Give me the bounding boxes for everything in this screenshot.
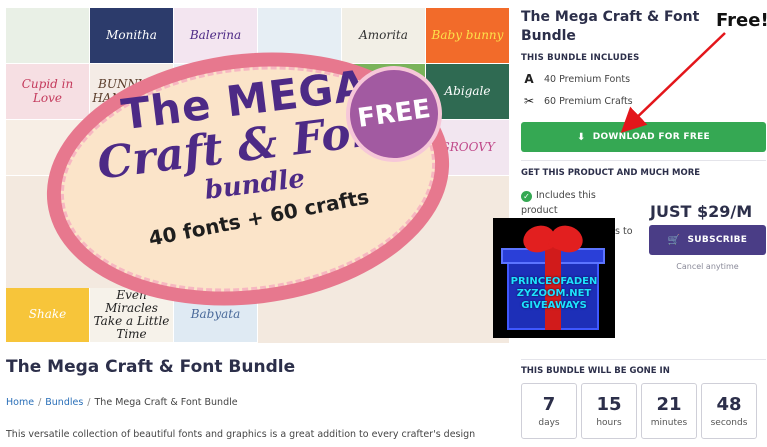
cancel-anytime-note: Cancel anytime (676, 262, 739, 271)
gift-watermark-text: PRINCEOFADEN ZYZOOM.NET GIVEAWAYS (493, 276, 615, 312)
partial-text: s to (615, 226, 633, 237)
scissors-icon: ✂ (523, 94, 535, 108)
collage-tile-label: Baby bunny (431, 27, 504, 42)
collage-tile-label: Amorita (359, 27, 408, 42)
collage-tile-label: Abigale (444, 83, 491, 98)
countdown-seconds: 48 seconds (701, 383, 757, 439)
countdown-unit: seconds (710, 418, 748, 428)
gift-text-line-2: ZYZOOM.NET (516, 288, 592, 299)
gift-text-line-1: PRINCEOFADEN (510, 276, 598, 287)
include-item-fonts: A 40 Premium Fonts (521, 72, 630, 86)
subscription-price: JUST $29/M (650, 202, 753, 221)
breadcrumb: Home / Bundles / The Mega Craft & Font Bundl… (6, 397, 238, 408)
countdown-value: 21 (656, 394, 682, 415)
bundle-hero-image[interactable]: Monitha Balerina Amorita Baby bunny Cupid in… (6, 8, 509, 343)
includes-product-text: Includes this product (521, 190, 596, 216)
collage-tile (6, 8, 90, 64)
page-title: The Mega Craft & Font Bundle (6, 357, 296, 377)
includes-product-note: ✓ Includes this product (521, 188, 621, 218)
countdown-value: 7 (542, 394, 556, 415)
countdown-days: 7 days (521, 383, 577, 439)
section-divider (521, 160, 766, 161)
cart-icon: 🛒 (667, 234, 681, 246)
gift-text-line-3: GIVEAWAYS (521, 300, 587, 311)
breadcrumb-bundles[interactable]: Bundles (45, 397, 83, 408)
countdown-hours: 15 hours (581, 383, 637, 439)
download-icon: ⬇ (577, 131, 586, 143)
countdown-unit: days (538, 418, 560, 428)
include-item-label: 60 Premium Crafts (544, 95, 633, 107)
gift-box-overlay: PRINCEOFADEN ZYZOOM.NET GIVEAWAYS (493, 218, 615, 338)
collage-tile: Shake (6, 288, 90, 343)
breadcrumb-home[interactable]: Home (6, 397, 34, 408)
free-annotation: Free! (716, 10, 767, 31)
countdown-unit: minutes (650, 418, 688, 428)
collage-tile-label: Shake (28, 307, 67, 322)
download-for-free-button[interactable]: ⬇ DOWNLOAD FOR FREE (521, 122, 766, 152)
product-description: This versatile collection of beautiful f… (6, 429, 476, 440)
breadcrumb-separator: / (87, 397, 91, 408)
font-icon: A (524, 72, 534, 86)
subscribe-button-label: SUBSCRIBE (687, 235, 748, 245)
collage-tile: Monitha (90, 8, 174, 64)
collage-tile: Amorita (342, 8, 426, 64)
countdown-heading: THIS BUNDLE WILL BE GONE IN (521, 366, 670, 376)
product-title: The Mega Craft & Font Bundle (521, 9, 700, 44)
include-item-label: 40 Premium Fonts (544, 73, 631, 85)
countdown-minutes: 21 minutes (641, 383, 697, 439)
subscribe-button[interactable]: 🛒 SUBSCRIBE (649, 225, 766, 255)
countdown-value: 15 (596, 394, 622, 415)
download-button-label: DOWNLOAD FOR FREE (592, 132, 710, 142)
breadcrumb-current: The Mega Craft & Font Bundle (94, 397, 238, 408)
include-item-crafts: ✂ 60 Premium Crafts (521, 94, 633, 108)
collage-tile-label: Monitha (106, 27, 157, 42)
check-circle-icon: ✓ (521, 191, 532, 202)
collage-tile-label: Balerina (189, 27, 242, 42)
includes-heading: THIS BUNDLE INCLUDES (521, 53, 640, 63)
section-divider (521, 359, 766, 360)
countdown-unit: hours (596, 418, 622, 428)
collage-tile: Baby bunny (426, 8, 509, 64)
countdown-value: 48 (716, 394, 742, 415)
collage-tile-label: GROOVY (440, 139, 495, 154)
breadcrumb-separator: / (38, 397, 42, 408)
get-product-heading: GET THIS PRODUCT AND MUCH MORE (521, 168, 701, 178)
collage-tile-label: Babyata (190, 307, 241, 322)
